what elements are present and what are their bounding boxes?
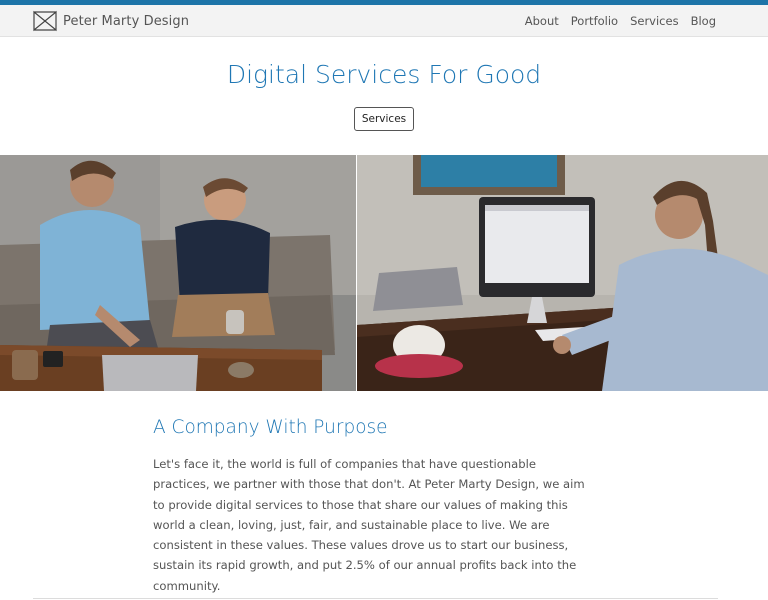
hero-button-wrap: Services bbox=[0, 107, 768, 131]
nav-services[interactable]: Services bbox=[630, 14, 679, 28]
about-title: A Company With Purpose bbox=[153, 417, 388, 438]
bowtie-logo-icon bbox=[33, 10, 57, 32]
nav-blog[interactable]: Blog bbox=[691, 14, 716, 28]
services-button[interactable]: Services bbox=[353, 107, 415, 131]
brand-link[interactable]: Peter Marty Design bbox=[33, 9, 189, 33]
nav-about[interactable]: About bbox=[525, 14, 559, 28]
section-divider bbox=[33, 598, 718, 599]
navbar: Peter Marty Design About Portfolio Servi… bbox=[0, 5, 768, 37]
main-nav: About Portfolio Services Blog bbox=[513, 5, 716, 37]
man-working-at-imac-photo bbox=[357, 155, 768, 391]
brand-name: Peter Marty Design bbox=[63, 13, 190, 29]
nav-portfolio[interactable]: Portfolio bbox=[571, 14, 618, 28]
hero-title: Digital Services For Good bbox=[226, 60, 542, 89]
two-men-talking-on-couch-photo bbox=[0, 155, 356, 391]
about-body: Let's face it, the world is full of comp… bbox=[153, 457, 585, 593]
